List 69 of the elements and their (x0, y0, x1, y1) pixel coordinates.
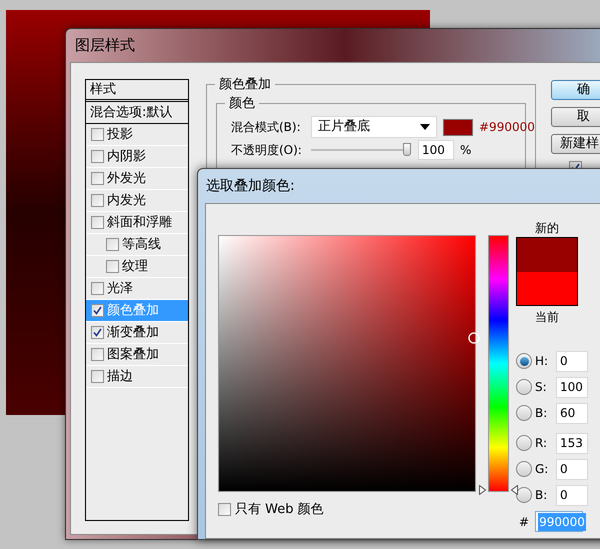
blend-mode-label: 混合模式(B): (231, 119, 302, 136)
color-swatch[interactable] (443, 118, 473, 136)
opacity-label: 不透明度(O): (231, 142, 303, 159)
current-color-swatch[interactable] (517, 272, 577, 305)
field-label: G: (535, 461, 550, 478)
dropdown-caret-icon (420, 124, 430, 130)
color-value-input[interactable]: 153 (556, 432, 588, 454)
checkbox[interactable] (91, 370, 104, 383)
radio-button[interactable] (516, 461, 532, 477)
check-icon (93, 306, 102, 315)
field-label: R: (535, 435, 548, 452)
color-hex-text: #990000 (479, 119, 535, 136)
hex-label: # (519, 514, 530, 530)
new-color-label: 新的 (535, 220, 559, 237)
color-value-input[interactable]: 0 (556, 484, 588, 506)
field-label: B: (535, 487, 548, 504)
opacity-input[interactable]: 100 (418, 140, 454, 160)
check-icon (93, 328, 102, 337)
color-value-input[interactable]: 100 (556, 376, 588, 398)
color-value-input[interactable]: 60 (556, 402, 588, 424)
checkbox[interactable] (106, 238, 119, 251)
checkbox[interactable] (91, 216, 104, 229)
style-list-item[interactable]: 纹理 (86, 256, 188, 278)
style-list-item[interactable]: 图案叠加 (86, 344, 188, 366)
style-list-item[interactable]: 等高线 (86, 234, 188, 256)
checkbox[interactable] (91, 326, 104, 339)
style-list-item[interactable]: 描边 (86, 366, 188, 388)
styles-header: 样式 (86, 80, 188, 102)
radio-button[interactable] (516, 435, 532, 451)
dialog-button[interactable]: 确 (551, 80, 600, 100)
field-marker-icon (468, 332, 480, 344)
radio-button[interactable] (516, 353, 532, 369)
color-value-input[interactable]: 0 (556, 458, 588, 480)
web-colors-label: 只有 Web 颜色 (235, 501, 324, 519)
window-title: 选取叠加颜色: (206, 176, 295, 196)
checkbox[interactable] (91, 172, 104, 185)
field-label: B: (535, 405, 548, 422)
field-label: H: (535, 353, 550, 370)
radio-button[interactable] (516, 487, 532, 503)
dialog-button[interactable]: 取 (551, 107, 600, 127)
checkbox[interactable] (91, 150, 104, 163)
opacity-slider[interactable] (311, 143, 411, 157)
style-list-item[interactable]: 外发光 (86, 168, 188, 190)
blending-options-item[interactable]: 混合选项:默认 (86, 102, 188, 124)
checkbox[interactable] (91, 128, 104, 141)
dialog-button[interactable]: 新建样 (551, 134, 600, 154)
saturation-brightness-field[interactable] (218, 235, 476, 492)
color-value-input[interactable]: 0 (556, 350, 588, 372)
radio-button[interactable] (516, 405, 532, 421)
window-title: 图层样式 (75, 35, 135, 56)
checkbox[interactable] (106, 260, 119, 273)
style-list-item[interactable]: 斜面和浮雕 (86, 212, 188, 234)
checkbox[interactable] (91, 282, 104, 295)
style-list-item[interactable]: 渐变叠加 (86, 322, 188, 344)
percent-sign: % (460, 142, 472, 159)
checkbox[interactable] (218, 503, 231, 516)
current-color-label: 当前 (535, 309, 559, 326)
style-list-item[interactable]: 内阴影 (86, 146, 188, 168)
checkbox[interactable] (91, 194, 104, 207)
radio-button[interactable] (516, 379, 532, 395)
field-label: S: (535, 379, 548, 396)
checkbox[interactable] (91, 348, 104, 361)
slider-thumb[interactable] (403, 143, 411, 156)
style-list-item[interactable]: 投影 (86, 124, 188, 146)
hue-pointer-icon[interactable] (479, 485, 519, 495)
checkbox[interactable] (91, 304, 104, 317)
hue-slider[interactable] (479, 235, 519, 492)
blend-mode-dropdown[interactable]: 正片叠底 (311, 116, 437, 138)
style-list-item[interactable]: 内发光 (86, 190, 188, 212)
